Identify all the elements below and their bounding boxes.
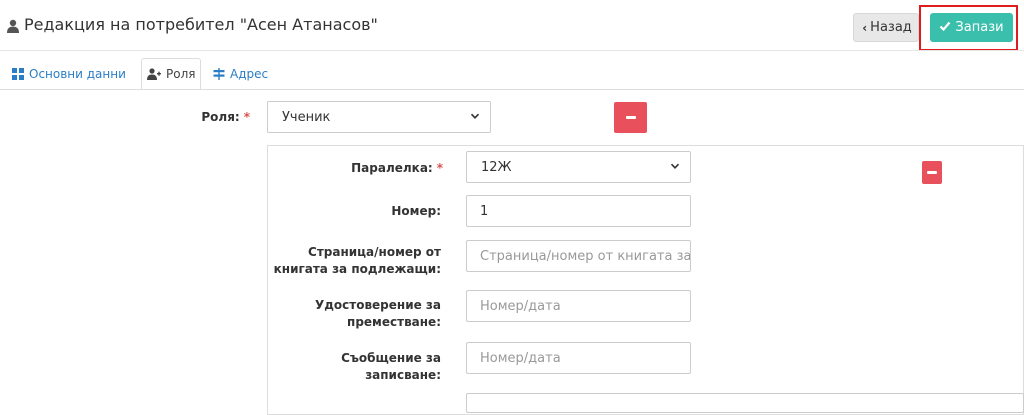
- minus-icon: [927, 171, 937, 174]
- enrollment-notice-placeholder: Номер/дата: [480, 350, 561, 366]
- tabs-divider: [0, 89, 1024, 90]
- chevron-left-icon: ‹: [862, 20, 868, 35]
- enrollment-notice-label: Съобщение за записване:: [280, 350, 441, 384]
- transfer-certificate-placeholder: Номер/дата: [480, 298, 561, 314]
- class-label-text: Паралелка:: [351, 161, 433, 175]
- role-select-value: Ученик: [282, 109, 331, 125]
- register-page-input[interactable]: Страница/номер от книгата за п: [466, 240, 691, 272]
- tab-basic-data-label: Основни данни: [29, 66, 126, 81]
- class-label: Паралелка: *: [300, 160, 443, 177]
- number-label: Номер:: [391, 204, 441, 218]
- page-title-text: Редакция на потребител "Асен Атанасов": [24, 15, 378, 34]
- class-select[interactable]: 12Ж: [466, 151, 691, 183]
- role-select[interactable]: Ученик: [267, 101, 491, 133]
- enrollment-notice-label-line1: Съобщение за: [341, 351, 441, 365]
- role-label-text: Роля:: [201, 110, 240, 124]
- transfer-certificate-label-line1: Удостоверение за: [314, 298, 441, 312]
- tab-address-label: Адрес: [230, 66, 269, 81]
- tab-address[interactable]: Адрес: [213, 58, 268, 89]
- transfer-certificate-input[interactable]: Номер/дата: [466, 290, 691, 322]
- remove-role-button[interactable]: [614, 102, 647, 133]
- role-label: Роля: *: [150, 109, 250, 126]
- class-select-value: 12Ж: [481, 159, 512, 175]
- back-button[interactable]: ‹ Назад: [853, 13, 919, 42]
- number-input[interactable]: 1: [466, 195, 691, 227]
- remove-class-button[interactable]: [922, 161, 942, 184]
- required-marker: *: [243, 110, 250, 124]
- header-divider: [0, 50, 1024, 51]
- enrollment-notice-label-line2: записване:: [365, 368, 441, 382]
- page-title: Редакция на потребител "Асен Атанасов": [6, 15, 378, 34]
- signpost-icon: [213, 67, 225, 80]
- tab-role[interactable]: Роля: [141, 58, 202, 90]
- tab-basic-data[interactable]: Основни данни: [12, 58, 126, 89]
- required-marker: *: [436, 161, 443, 175]
- page-header: Редакция на потребител "Асен Атанасов" ‹…: [0, 0, 1024, 52]
- next-field-input[interactable]: [466, 393, 1024, 413]
- user-plus-icon: [147, 68, 161, 80]
- minus-icon: [625, 116, 636, 119]
- register-page-label-line1: Страница/номер от: [308, 245, 441, 259]
- register-page-label: Страница/номер от книгата за подлежащи:: [260, 244, 441, 278]
- back-button-label: Назад: [870, 20, 912, 35]
- user-icon: [6, 18, 20, 33]
- check-icon: [939, 20, 951, 36]
- tab-role-label: Роля: [166, 67, 196, 81]
- grid-icon: [12, 67, 24, 80]
- transfer-certificate-label-line2: преместване:: [347, 315, 441, 329]
- register-page-label-line2: книгата за подлежащи:: [273, 262, 441, 276]
- save-button[interactable]: Запази: [930, 13, 1013, 42]
- number-input-value: 1: [480, 203, 489, 219]
- transfer-certificate-label: Удостоверение за преместване:: [280, 297, 441, 331]
- chevron-down-icon: [670, 163, 680, 169]
- chevron-down-icon: [470, 113, 480, 119]
- tab-bar: Основни данни Роля Адрес: [0, 58, 1024, 90]
- enrollment-notice-input[interactable]: Номер/дата: [466, 342, 691, 374]
- save-button-label: Запази: [955, 20, 1004, 35]
- register-page-placeholder: Страница/номер от книгата за п: [480, 248, 691, 264]
